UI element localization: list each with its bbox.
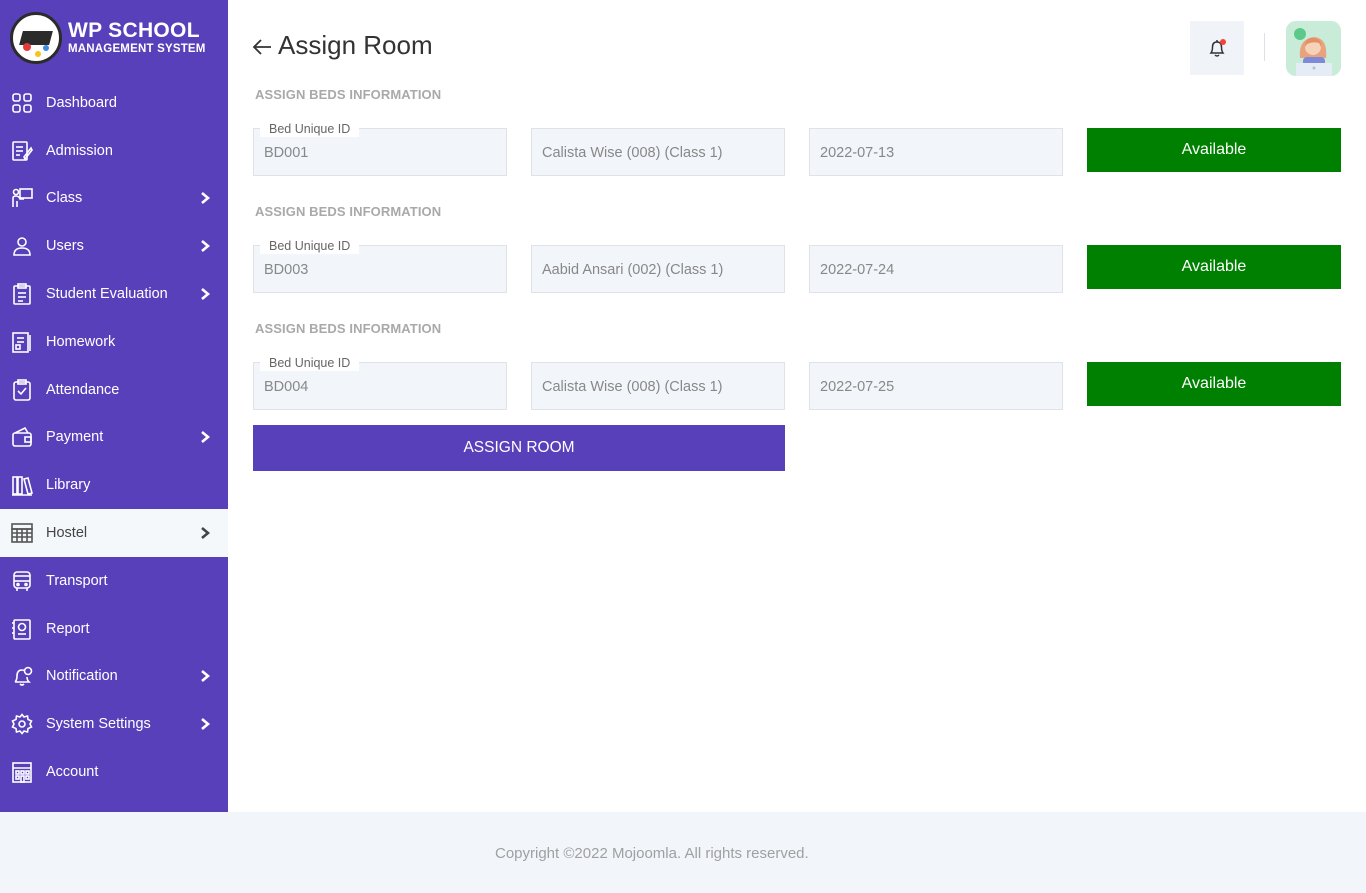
- student-value: Calista Wise (008) (Class 1): [542, 145, 723, 161]
- sidebar-item-student-evaluation[interactable]: Student Evaluation: [0, 270, 228, 318]
- clipboard-list-icon: [11, 283, 33, 305]
- logo-subtitle: MANAGEMENT SYSTEM: [68, 43, 206, 56]
- sidebar-item-attendance[interactable]: Attendance: [0, 366, 228, 414]
- sidebar-item-hostel[interactable]: Hostel: [0, 509, 228, 557]
- sidebar-item-label: Report: [46, 620, 90, 637]
- wallet-icon: [11, 426, 33, 448]
- sidebar-item-homework[interactable]: Homework: [0, 318, 228, 366]
- chevron-right-icon: [200, 717, 211, 731]
- sidebar-item-label: Homework: [46, 333, 116, 350]
- page-title: Assign Room: [278, 30, 433, 60]
- student-field[interactable]: Aabid Ansari (002) (Class 1): [531, 245, 785, 293]
- date-value: 2022-07-24: [820, 262, 895, 278]
- header-divider: [1264, 33, 1265, 61]
- section-title: ASSIGN BEDS INFORMATION: [255, 321, 442, 336]
- date-field[interactable]: 2022-07-24: [809, 245, 1063, 293]
- sidebar-item-label: Student Evaluation: [46, 286, 168, 303]
- date-value: 2022-07-13: [820, 145, 895, 161]
- sidebar-item-label: Hostel: [46, 525, 88, 542]
- chevron-right-icon: [200, 239, 211, 253]
- user-icon: [11, 235, 33, 257]
- hostel-building-icon: [11, 522, 33, 544]
- chevron-right-icon: [200, 430, 211, 444]
- bed-id-value: BD001: [264, 145, 309, 161]
- sidebar-item-users[interactable]: Users: [0, 222, 228, 270]
- back-arrow-icon[interactable]: [252, 36, 272, 58]
- sidebar-item-system-settings[interactable]: System Settings: [0, 700, 228, 748]
- footer: Copyright ©2022 Mojoomla. All rights res…: [0, 812, 1366, 893]
- chevron-right-icon: [200, 669, 211, 683]
- copyright-text: Copyright ©2022 Mojoomla. All rights res…: [495, 845, 809, 862]
- date-field[interactable]: 2022-07-25: [809, 362, 1063, 410]
- sidebar-item-label: Class: [46, 190, 83, 207]
- bell-alert-icon: [11, 665, 33, 687]
- sidebar-item-label: Account: [46, 764, 99, 781]
- account-building-icon: [11, 761, 33, 783]
- bed-id-label: Bed Unique ID: [260, 239, 360, 254]
- app-logo[interactable]: WP SCHOOL MANAGEMENT SYSTEM: [10, 12, 220, 64]
- student-value: Calista Wise (008) (Class 1): [542, 379, 723, 395]
- status-badge[interactable]: Available: [1087, 362, 1341, 406]
- clipboard-check-icon: [11, 378, 33, 401]
- bed-id-value: BD004: [264, 379, 309, 395]
- sidebar-item-label: Library: [46, 477, 91, 494]
- section-title: ASSIGN BEDS INFORMATION: [255, 204, 442, 219]
- bed-id-label: Bed Unique ID: [260, 122, 360, 137]
- sidebar-item-label: Users: [46, 238, 84, 255]
- sidebar-item-dashboard[interactable]: Dashboard: [0, 79, 228, 127]
- chevron-right-icon: [200, 526, 211, 540]
- sidebar-item-label: Notification: [46, 668, 118, 685]
- bed-id-field[interactable]: Bed Unique ID BD003: [253, 239, 507, 293]
- bed-id-field[interactable]: Bed Unique ID BD001: [253, 122, 507, 176]
- student-value: Aabid Ansari (002) (Class 1): [542, 262, 724, 278]
- notification-button[interactable]: [1190, 21, 1244, 75]
- sidebar-item-notification[interactable]: Notification: [0, 653, 228, 701]
- sidebar-item-transport[interactable]: Transport: [0, 557, 228, 605]
- sidebar-item-admission[interactable]: Admission: [0, 127, 228, 175]
- sidebar-item-label: System Settings: [46, 716, 151, 733]
- assign-room-button[interactable]: ASSIGN ROOM: [253, 425, 785, 471]
- bed-id-field[interactable]: Bed Unique ID BD004: [253, 356, 507, 410]
- bed-id-value: BD003: [264, 262, 309, 278]
- avatar[interactable]: [1286, 21, 1341, 76]
- sidebar-item-label: Payment: [46, 429, 104, 446]
- sidebar-nav: Dashboard Admission Class Users Student …: [0, 79, 228, 796]
- sidebar-item-label: Admission: [46, 142, 113, 159]
- sidebar-item-account[interactable]: Account: [0, 748, 228, 796]
- teacher-board-icon: [11, 187, 33, 209]
- sidebar-item-library[interactable]: Library: [0, 461, 228, 509]
- grid-icon: [11, 92, 33, 114]
- sidebar-item-payment[interactable]: Payment: [0, 414, 228, 462]
- sidebar-item-label: Attendance: [46, 381, 120, 398]
- user-avatar-icon: [1286, 21, 1341, 76]
- bus-icon: [11, 570, 33, 592]
- notebook-icon: [11, 331, 33, 353]
- gear-icon: [11, 713, 33, 736]
- student-field[interactable]: Calista Wise (008) (Class 1): [531, 362, 785, 410]
- sidebar-item-label: Transport: [46, 572, 108, 589]
- student-field[interactable]: Calista Wise (008) (Class 1): [531, 128, 785, 176]
- date-value: 2022-07-25: [820, 379, 895, 395]
- section-title: ASSIGN BEDS INFORMATION: [255, 87, 442, 102]
- books-icon: [11, 474, 33, 497]
- bed-id-label: Bed Unique ID: [260, 356, 360, 371]
- chevron-right-icon: [200, 191, 211, 205]
- sidebar-item-class[interactable]: Class: [0, 175, 228, 223]
- status-badge[interactable]: Available: [1087, 128, 1341, 172]
- graduation-cap-logo-icon: [10, 12, 62, 64]
- logo-title: WP SCHOOL: [68, 19, 200, 43]
- status-badge[interactable]: Available: [1087, 245, 1341, 289]
- report-icon: [11, 618, 33, 640]
- sidebar-item-report[interactable]: Report: [0, 605, 228, 653]
- notification-dot: [1220, 39, 1226, 45]
- sidebar-item-label: Dashboard: [46, 94, 117, 111]
- sidebar: WP SCHOOL MANAGEMENT SYSTEM Dashboard Ad…: [0, 0, 228, 812]
- chevron-right-icon: [200, 287, 211, 301]
- edit-document-icon: [11, 140, 33, 162]
- date-field[interactable]: 2022-07-13: [809, 128, 1063, 176]
